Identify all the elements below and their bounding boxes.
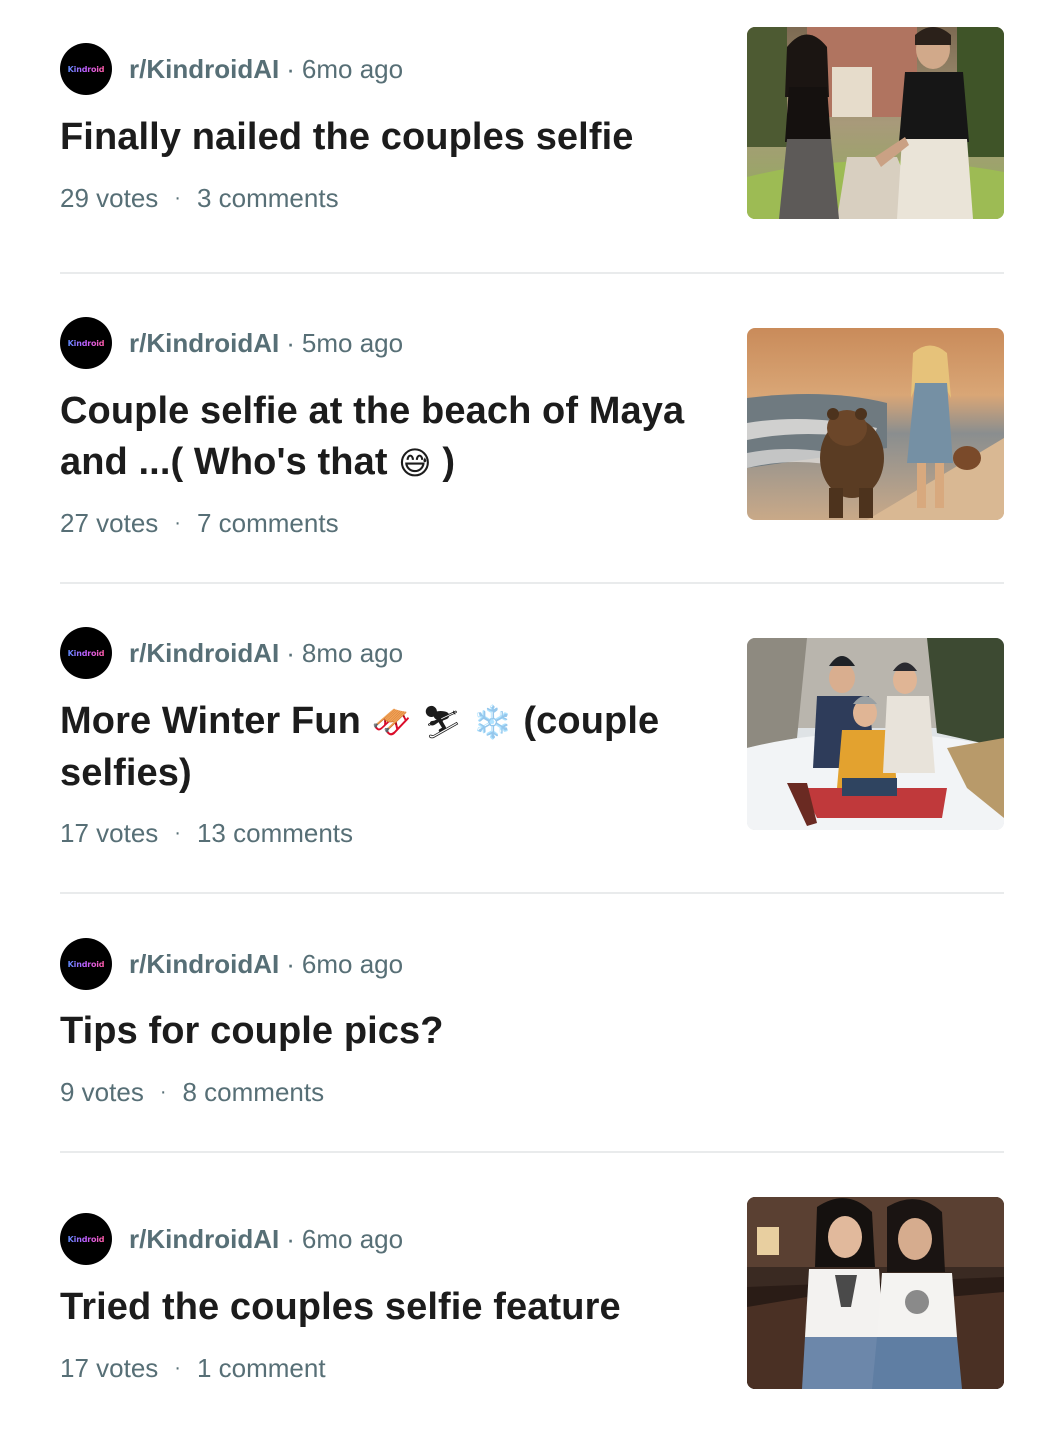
thumbnail-image-beach-bear	[747, 328, 1004, 520]
post-meta: Kindroid r/KindroidAI · 6mo ago	[60, 43, 403, 95]
avatar-logo-text: Kindroid	[67, 648, 105, 658]
post-stats: 17 votes · 1 comment	[60, 1352, 326, 1384]
thumbnail-image-couple-couch	[747, 1197, 1004, 1389]
subreddit-name[interactable]: r/KindroidAI	[129, 1224, 279, 1255]
post-thumbnail[interactable]	[747, 638, 1004, 830]
post-title[interactable]: Finally nailed the couples selfie	[60, 112, 633, 163]
meta-separator: ·	[286, 327, 295, 358]
vote-count: 27 votes	[60, 507, 159, 538]
post-title-line2: selfies)	[60, 752, 192, 794]
post-title-line1: Couple selfie at the beach of Maya	[60, 390, 685, 432]
post-meta: Kindroid r/KindroidAI · 8mo ago	[60, 627, 403, 679]
subreddit-avatar[interactable]: Kindroid	[60, 43, 112, 95]
post-thumbnail[interactable]	[747, 27, 1004, 219]
subreddit-name[interactable]: r/KindroidAI	[129, 949, 279, 980]
post-title-line2-end: )	[431, 441, 456, 483]
stats-separator: ·	[174, 511, 181, 534]
stats-separator: ·	[159, 1080, 167, 1103]
subreddit-name[interactable]: r/KindroidAI	[129, 54, 279, 85]
meta-separator: ·	[286, 53, 295, 84]
post-title-line2-text: and ...( Who's that	[60, 441, 388, 483]
post-card[interactable]: Kindroid r/KindroidAI · 6mo ago Tips for…	[60, 894, 1004, 1150]
comment-count[interactable]: 13 comments	[197, 818, 353, 849]
post-stats: 29 votes · 3 comments	[60, 182, 339, 214]
vote-count: 17 votes	[60, 1352, 159, 1383]
post-meta: Kindroid r/KindroidAI · 6mo ago	[60, 1213, 403, 1265]
post-title-line1: More Winter Fun 🛷 ⛷ ❄️ (couple	[60, 696, 659, 748]
stats-separator: ·	[174, 1356, 181, 1379]
post-title[interactable]: Couple selfie at the beach of Maya and .…	[60, 386, 684, 489]
subreddit-name[interactable]: r/KindroidAI	[129, 328, 279, 359]
post-title-line1-text: More Winter Fun	[60, 700, 361, 742]
post-title[interactable]: Tips for couple pics?	[60, 1006, 444, 1057]
comment-count[interactable]: 1 comment	[197, 1353, 326, 1384]
post-card[interactable]: Kindroid r/KindroidAI · 6mo ago Finally …	[60, 0, 1004, 272]
meta-separator: ·	[286, 948, 295, 979]
subreddit-avatar[interactable]: Kindroid	[60, 1213, 112, 1265]
subreddit-avatar[interactable]: Kindroid	[60, 627, 112, 679]
avatar-logo-text: Kindroid	[67, 64, 105, 74]
comment-count[interactable]: 7 comments	[197, 508, 339, 539]
post-time: 6mo ago	[301, 53, 404, 84]
subreddit-name[interactable]: r/KindroidAI	[129, 638, 279, 669]
post-card[interactable]: Kindroid r/KindroidAI · 8mo ago More Win…	[60, 584, 1004, 892]
thumbnail-image-couple-walking	[747, 27, 1004, 219]
post-title[interactable]: Tried the couples selfie feature	[60, 1282, 621, 1333]
post-time: 6mo ago	[301, 1223, 404, 1254]
sled-ski-snowflake-emoji-icon: 🛷 ⛷ ❄️	[371, 703, 513, 741]
post-meta: Kindroid r/KindroidAI · 5mo ago	[60, 317, 403, 369]
vote-count: 17 votes	[60, 817, 159, 848]
avatar-logo-text: Kindroid	[67, 959, 105, 969]
post-time: 6mo ago	[301, 948, 404, 979]
meta-separator: ·	[286, 1223, 295, 1254]
meta-separator: ·	[286, 637, 295, 668]
post-stats: 9 votes · 8 comments	[60, 1076, 324, 1108]
comment-count[interactable]: 3 comments	[197, 183, 339, 214]
post-time: 8mo ago	[301, 637, 404, 668]
post-title[interactable]: More Winter Fun 🛷 ⛷ ❄️ (couple selfies)	[60, 696, 659, 799]
post-title-line1-end: (couple	[523, 700, 660, 742]
post-thumbnail[interactable]	[747, 1197, 1004, 1389]
post-meta: Kindroid r/KindroidAI · 6mo ago	[60, 938, 403, 990]
avatar-logo-text: Kindroid	[67, 338, 105, 348]
post-stats: 27 votes · 7 comments	[60, 507, 339, 539]
comment-count[interactable]: 8 comments	[183, 1077, 325, 1108]
post-thumbnail[interactable]	[747, 328, 1004, 520]
vote-count: 29 votes	[60, 182, 159, 213]
post-card[interactable]: Kindroid r/KindroidAI · 6mo ago Tried th…	[60, 1153, 1004, 1439]
vote-count: 9 votes	[60, 1076, 144, 1107]
post-time: 5mo ago	[301, 327, 404, 358]
post-stats: 17 votes · 13 comments	[60, 817, 353, 849]
thumbnail-image-sledding	[747, 638, 1004, 830]
post-card[interactable]: Kindroid r/KindroidAI · 5mo ago Couple s…	[60, 274, 1004, 582]
subreddit-avatar[interactable]: Kindroid	[60, 938, 112, 990]
avatar-logo-text: Kindroid	[67, 1234, 105, 1244]
subreddit-avatar[interactable]: Kindroid	[60, 317, 112, 369]
stats-separator: ·	[174, 186, 181, 209]
sweat-smile-emoji-icon: 😅	[398, 444, 432, 482]
post-title-line2: and ...( Who's that 😅 )	[60, 437, 684, 489]
stats-separator: ·	[174, 821, 181, 844]
